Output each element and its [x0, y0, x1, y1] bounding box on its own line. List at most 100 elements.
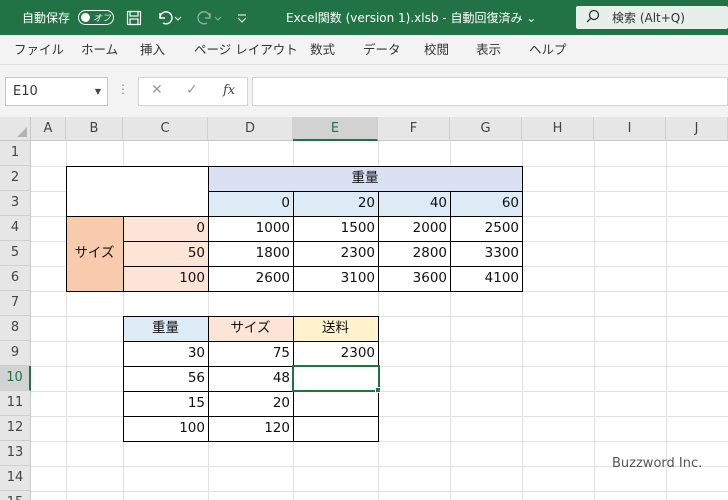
- watermark: Buzzword Inc.: [612, 456, 703, 471]
- select-all-button[interactable]: [0, 117, 31, 141]
- row-header-14[interactable]: 14: [0, 466, 31, 491]
- column-header-j[interactable]: J: [666, 117, 728, 141]
- tab-home[interactable]: ホーム: [81, 35, 118, 65]
- document-title[interactable]: Excel関数 (version 1).xlsb - 自動回復済み ⌄: [286, 0, 536, 35]
- redo-icon[interactable]: [196, 0, 222, 35]
- name-box-dropdown-icon[interactable]: ▼: [95, 78, 101, 105]
- autosave-label: 自動保存: [22, 11, 71, 25]
- active-cell-selection[interactable]: [292, 365, 380, 392]
- weight-cell[interactable]: 60: [450, 191, 522, 215]
- weight-cell[interactable]: 0: [208, 191, 293, 215]
- formula-bar-grip-icon: ⋮: [117, 82, 129, 96]
- row-header-8[interactable]: 8: [0, 316, 31, 341]
- row-header-7[interactable]: 7: [0, 291, 31, 316]
- row-header-9[interactable]: 9: [0, 341, 31, 366]
- insert-function-icon[interactable]: fx: [223, 83, 235, 98]
- ribbon-gap: [0, 65, 728, 74]
- table2-weight-cell[interactable]: 100: [123, 416, 208, 440]
- price-cell[interactable]: 1500: [293, 216, 378, 240]
- column-header-a[interactable]: A: [31, 117, 66, 141]
- name-box[interactable]: E10 ▼: [5, 77, 108, 106]
- price-cell[interactable]: 4100: [450, 266, 522, 290]
- size-cell[interactable]: 50: [123, 241, 208, 265]
- table2-header-fee[interactable]: 送料: [293, 316, 378, 340]
- table2-weight-cell[interactable]: 56: [123, 366, 208, 390]
- weight-cell[interactable]: 20: [293, 191, 378, 215]
- search-box[interactable]: 検索 (Alt+Q): [576, 6, 728, 29]
- table2-header-size[interactable]: サイズ: [208, 316, 293, 340]
- table2-header-weight[interactable]: 重量: [123, 316, 208, 340]
- weight-header-cell[interactable]: 重量: [208, 166, 522, 190]
- row-header-12[interactable]: 12: [0, 416, 31, 441]
- price-cell[interactable]: 3300: [450, 241, 522, 265]
- tab-view[interactable]: 表示: [476, 35, 501, 65]
- formula-input[interactable]: [252, 77, 728, 106]
- row-header-15[interactable]: 15: [0, 491, 31, 500]
- tab-review[interactable]: 校閲: [424, 35, 449, 65]
- enter-icon[interactable]: ✓: [186, 82, 198, 98]
- row-header-5[interactable]: 5: [0, 241, 31, 266]
- price-cell[interactable]: 2300: [293, 241, 378, 265]
- row-header-11[interactable]: 11: [0, 391, 31, 416]
- column-header-i[interactable]: I: [594, 117, 666, 141]
- tab-data[interactable]: データ: [363, 35, 401, 65]
- table2-weight-cell[interactable]: 15: [123, 391, 208, 415]
- price-cell[interactable]: 2600: [208, 266, 293, 290]
- name-box-value: E10: [13, 84, 38, 99]
- undo-icon[interactable]: [156, 0, 182, 35]
- gridline: [666, 141, 667, 500]
- fill-handle[interactable]: [375, 387, 381, 393]
- table2-size-cell[interactable]: 120: [208, 416, 293, 440]
- autosave-toggle[interactable]: オフ: [78, 10, 114, 25]
- table2-size-cell[interactable]: 75: [208, 341, 293, 365]
- tab-file[interactable]: ファイル: [14, 35, 64, 65]
- customize-toolbar-icon[interactable]: [236, 0, 248, 35]
- price-cell[interactable]: 3600: [378, 266, 450, 290]
- table2-size-cell[interactable]: 20: [208, 391, 293, 415]
- formula-bar: E10 ▼ ⋮ ✕ ✓ fx: [0, 74, 728, 111]
- column-header-b[interactable]: B: [66, 117, 123, 141]
- column-header-c[interactable]: C: [123, 117, 208, 141]
- tab-help[interactable]: ヘルプ: [529, 35, 567, 65]
- column-header-f[interactable]: F: [378, 117, 450, 141]
- row-header-6[interactable]: 6: [0, 266, 31, 291]
- row-header-4[interactable]: 4: [0, 216, 31, 241]
- save-icon[interactable]: [126, 0, 142, 35]
- table2-size-cell[interactable]: 48: [208, 366, 293, 390]
- gridline: [594, 141, 595, 500]
- weight-cell[interactable]: 40: [378, 191, 450, 215]
- tab-insert[interactable]: 挿入: [140, 35, 165, 65]
- select-all-triangle-icon: [17, 127, 27, 137]
- size-cell[interactable]: 100: [123, 266, 208, 290]
- row-header-3[interactable]: 3: [0, 191, 31, 216]
- size-cell[interactable]: 0: [123, 216, 208, 240]
- autosave-state: オフ: [93, 14, 112, 24]
- table2-fee-cell[interactable]: 2300: [293, 341, 378, 365]
- tab-page-layout[interactable]: ページ レイアウト: [194, 35, 298, 65]
- size-header-cell[interactable]: サイズ: [66, 241, 123, 265]
- column-header-e[interactable]: E: [293, 117, 378, 141]
- ribbon-tabs: ファイル ホーム 挿入 ページ レイアウト 数式 データ 校閲 表示 ヘルプ: [0, 35, 728, 65]
- column-header-g[interactable]: G: [450, 117, 522, 141]
- column-header-d[interactable]: D: [208, 117, 293, 141]
- row-header-10[interactable]: 10: [0, 366, 31, 391]
- title-bar: 自動保存 オフ Excel関数 (version 1).xlsb - 自動回復済…: [0, 0, 728, 35]
- worksheet-grid[interactable]: A B C D E F G H I J 1 2 3 4 5 6 7 8 9 10…: [0, 117, 728, 500]
- price-cell[interactable]: 1000: [208, 216, 293, 240]
- price-cell[interactable]: 2800: [378, 241, 450, 265]
- row-header-2[interactable]: 2: [0, 166, 31, 191]
- formula-buttons: ✕ ✓ fx: [138, 77, 248, 106]
- row-header-13[interactable]: 13: [0, 441, 31, 466]
- search-placeholder: 検索 (Alt+Q): [612, 11, 685, 25]
- toggle-knob: [81, 13, 90, 22]
- cancel-icon[interactable]: ✕: [151, 82, 163, 98]
- price-cell[interactable]: 2000: [378, 216, 450, 240]
- price-cell[interactable]: 3100: [293, 266, 378, 290]
- price-cell[interactable]: 1800: [208, 241, 293, 265]
- gridline: [31, 491, 728, 492]
- table2-weight-cell[interactable]: 30: [123, 341, 208, 365]
- price-cell[interactable]: 2500: [450, 216, 522, 240]
- tab-formulas[interactable]: 数式: [310, 35, 335, 65]
- column-header-h[interactable]: H: [522, 117, 594, 141]
- row-header-1[interactable]: 1: [0, 141, 31, 166]
